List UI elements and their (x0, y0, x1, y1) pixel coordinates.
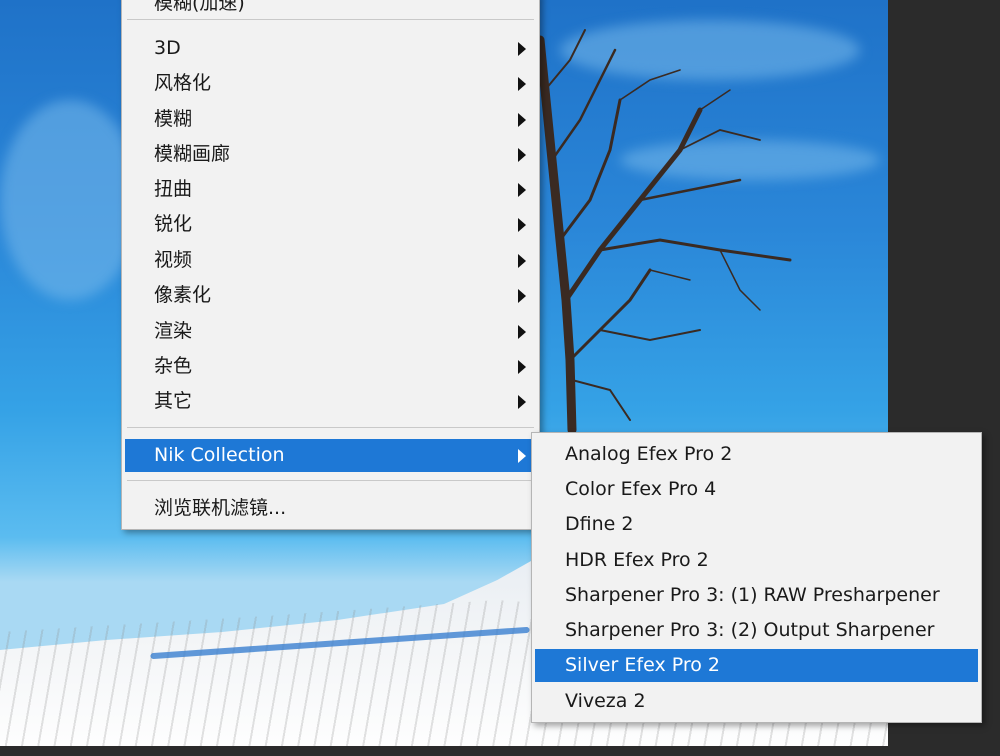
menu-separator (127, 480, 534, 481)
submenu-item-sharpener-raw-presharpener[interactable]: Sharpener Pro 3: (1) RAW Presharpener (535, 579, 978, 612)
submenu-item-dfine-2[interactable]: Dfine 2 (535, 508, 978, 541)
menu-item-blur-gallery[interactable]: 模糊画廊 (125, 138, 536, 171)
menu-item-label: 杂色 (154, 355, 193, 377)
menu-item-video[interactable]: 视频 (125, 244, 536, 277)
menu-item-3d[interactable]: 3D (125, 32, 536, 65)
submenu-arrow-icon (518, 218, 526, 232)
menu-item-label: 扭曲 (154, 178, 193, 200)
menu-item-distort[interactable]: 扭曲 (125, 173, 536, 206)
menu-item-stylize[interactable]: 风格化 (125, 67, 536, 100)
menu-item-label: 其它 (154, 390, 193, 412)
submenu-arrow-icon (518, 148, 526, 162)
submenu-arrow-icon (518, 113, 526, 127)
submenu-item-sharpener-output-sharpener[interactable]: Sharpener Pro 3: (2) Output Sharpener (535, 614, 978, 647)
submenu-arrow-icon (518, 183, 526, 197)
submenu-arrow-icon (518, 77, 526, 91)
submenu-arrow-icon (518, 289, 526, 303)
menu-item-label: 渲染 (154, 320, 193, 342)
submenu-arrow-icon (518, 42, 526, 56)
menu-item-label: 视频 (154, 249, 193, 271)
menu-item-pixelate[interactable]: 像素化 (125, 279, 536, 312)
menu-item-label: 像素化 (154, 284, 212, 306)
submenu-item-analog-efex-pro-2[interactable]: Analog Efex Pro 2 (535, 438, 978, 471)
menu-item-label: 3D (154, 37, 181, 59)
menu-item-nik-collection[interactable]: Nik Collection (125, 439, 536, 472)
menu-item-label: 风格化 (154, 72, 212, 94)
menu-item-label: Nik Collection (154, 444, 285, 466)
submenu-arrow-icon (518, 360, 526, 374)
nik-collection-submenu: Analog Efex Pro 2 Color Efex Pro 4 Dfine… (531, 432, 982, 723)
filter-menu: 模糊(加速) 3D 风格化 模糊 模糊画廊 扭曲 锐化 视频 像素化 渲染 杂色… (121, 0, 540, 530)
menu-item-blur-accelerated[interactable]: 模糊(加速) (125, 0, 536, 20)
menu-item-sharpen[interactable]: 锐化 (125, 208, 536, 241)
submenu-item-silver-efex-pro-2[interactable]: Silver Efex Pro 2 (535, 649, 978, 682)
menu-separator (127, 19, 534, 20)
menu-item-label: 模糊 (154, 108, 193, 130)
submenu-arrow-icon (518, 254, 526, 268)
menu-item-label: 模糊画廊 (154, 143, 231, 165)
submenu-item-color-efex-pro-4[interactable]: Color Efex Pro 4 (535, 473, 978, 506)
menu-separator (127, 427, 534, 428)
menu-item-render[interactable]: 渲染 (125, 315, 536, 348)
menu-item-other[interactable]: 其它 (125, 385, 536, 418)
submenu-item-hdr-efex-pro-2[interactable]: HDR Efex Pro 2 (535, 544, 978, 577)
menu-item-browse-online-filters[interactable]: 浏览联机滤镜... (125, 492, 536, 525)
submenu-arrow-icon (518, 325, 526, 339)
menu-item-label: 锐化 (154, 213, 193, 235)
submenu-arrow-icon (518, 395, 526, 409)
menu-item-label: 浏览联机滤镜... (154, 497, 287, 519)
submenu-arrow-icon (518, 449, 526, 463)
menu-item-noise[interactable]: 杂色 (125, 350, 536, 383)
menu-item-blur[interactable]: 模糊 (125, 103, 536, 136)
submenu-item-viveza-2[interactable]: Viveza 2 (535, 685, 978, 718)
